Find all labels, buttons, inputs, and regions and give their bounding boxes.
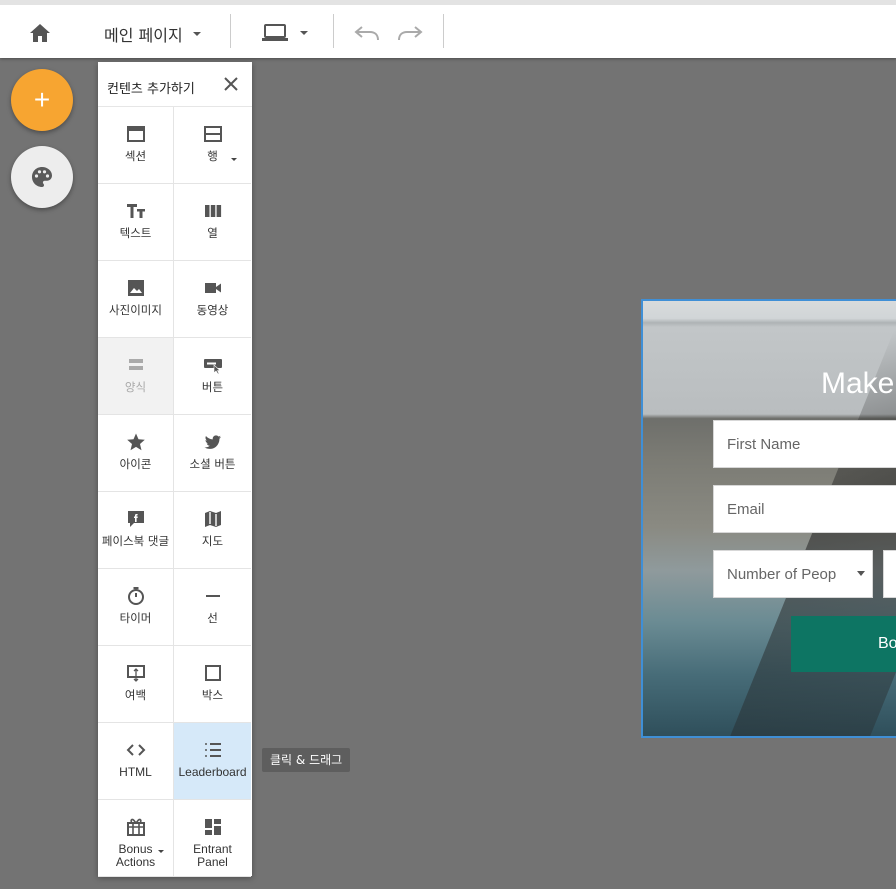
toolbar-divider: [333, 14, 334, 48]
content-item-label: 동영상: [196, 303, 229, 317]
laptop-icon: [262, 24, 288, 41]
content-item-image[interactable]: 사진이미지: [98, 261, 174, 338]
line-icon: [205, 595, 220, 597]
content-item-label: 행: [207, 149, 218, 163]
number-of-people-select[interactable]: Number of Peop: [713, 550, 873, 598]
content-item-section[interactable]: 섹션: [98, 107, 174, 184]
text-icon: [126, 204, 145, 218]
form-icon: [128, 359, 143, 370]
map-icon: [204, 511, 221, 527]
number-of-people-label: Number of Peop: [727, 565, 837, 583]
add-content-panel: 컨텐츠 추가하기 섹션 행 텍스트 열 사진이미지 동영상 양식 버튼 아이콘 …: [98, 62, 252, 877]
drag-tooltip: 클릭 & 드래그: [262, 748, 351, 772]
content-item-label: 텍스트: [119, 226, 152, 240]
toolbar-divider: [443, 14, 444, 48]
content-item-video[interactable]: 동영상: [174, 261, 251, 338]
content-item-label: Bonus Actions: [115, 842, 156, 869]
dashboard-icon: [204, 819, 221, 835]
first-name-field[interactable]: First Name: [713, 420, 896, 468]
panel-header: 컨텐츠 추가하기: [98, 62, 252, 107]
chevron-down-icon[interactable]: [158, 850, 164, 853]
content-item-label: 섹션: [124, 149, 147, 163]
content-item-bonus-actions[interactable]: Bonus Actions: [98, 800, 174, 877]
content-item-label: 소셜 버튼: [189, 457, 236, 471]
content-item-text[interactable]: 텍스트: [98, 184, 174, 261]
row-icon: [203, 126, 222, 142]
content-item-label: 여백: [124, 688, 147, 702]
leaderboard-icon: [204, 743, 221, 757]
home-icon[interactable]: [24, 17, 56, 49]
content-item-label: 아이콘: [119, 457, 152, 471]
chevron-down-icon: [192, 32, 201, 36]
device-selector[interactable]: [262, 17, 308, 49]
theme-button[interactable]: [11, 146, 73, 208]
content-item-spacer[interactable]: 여백: [98, 646, 174, 723]
add-content-button[interactable]: +: [11, 69, 73, 131]
image-icon: [127, 280, 144, 296]
content-item-label: Leaderboard: [178, 765, 247, 779]
chevron-down-icon: [857, 571, 865, 576]
content-item-box[interactable]: 박스: [174, 646, 251, 723]
content-item-label: HTML: [119, 765, 152, 779]
timer-icon: [127, 587, 144, 605]
content-item-social-button[interactable]: 소셜 버튼: [174, 415, 251, 492]
box-icon: [204, 665, 221, 681]
content-item-leaderboard[interactable]: Leaderboard: [174, 723, 251, 800]
content-item-facebook-comment[interactable]: 페이스북 댓글: [98, 492, 174, 569]
content-item-entrant-panel[interactable]: Entrant Panel: [174, 800, 251, 877]
content-item-label: 버튼: [201, 380, 224, 394]
plus-icon: +: [33, 84, 51, 115]
page-selector[interactable]: 메인 페이지: [104, 19, 201, 49]
palette-icon: [32, 167, 52, 187]
content-item-timer[interactable]: 타이머: [98, 569, 174, 646]
close-icon[interactable]: [222, 75, 240, 93]
secondary-field[interactable]: [883, 550, 896, 598]
page-selector-label: 메인 페이지: [104, 26, 183, 45]
content-grid: 섹션 행 텍스트 열 사진이미지 동영상 양식 버튼 아이콘 소셜 버튼 페이스…: [98, 107, 252, 877]
columns-icon: [204, 205, 221, 217]
content-item-label: 사진이미지: [109, 303, 162, 317]
content-item-label: 양식: [124, 380, 147, 394]
top-toolbar: 메인 페이지: [0, 0, 896, 58]
email-field[interactable]: Email: [713, 485, 896, 533]
star-icon: [126, 433, 145, 451]
undo-icon[interactable]: [352, 19, 382, 47]
book-button[interactable]: Bo: [791, 616, 896, 672]
content-item-form[interactable]: 양식: [98, 338, 174, 415]
code-icon: [126, 744, 145, 756]
button-icon: [203, 359, 222, 375]
facebook-comment-icon: [127, 511, 144, 527]
page-preview[interactable]: Make First Name Email Number of Peop Bo: [641, 299, 896, 738]
content-item-label: Entrant Panel: [193, 842, 232, 869]
spacer-icon: [126, 665, 145, 682]
content-item-label: 타이머: [119, 611, 152, 625]
content-item-button[interactable]: 버튼: [174, 338, 251, 415]
content-item-html[interactable]: HTML: [98, 723, 174, 800]
content-item-columns[interactable]: 열: [174, 184, 251, 261]
twitter-icon: [204, 435, 221, 449]
section-icon: [126, 126, 145, 142]
content-item-label: 박스: [201, 688, 224, 702]
content-item-line[interactable]: 선: [174, 569, 251, 646]
content-item-map[interactable]: 지도: [174, 492, 251, 569]
panel-title: 컨텐츠 추가하기: [107, 82, 195, 97]
content-item-icon[interactable]: 아이콘: [98, 415, 174, 492]
gift-icon: [126, 818, 145, 836]
content-item-label: 지도: [201, 534, 224, 548]
content-item-label: 선: [207, 611, 218, 625]
content-item-label: 페이스북 댓글: [101, 534, 170, 548]
chevron-down-icon[interactable]: [231, 158, 237, 161]
toolbar-divider: [230, 14, 231, 48]
preview-heading[interactable]: Make: [821, 367, 894, 401]
content-item-label: 열: [207, 226, 218, 240]
redo-icon[interactable]: [395, 19, 425, 47]
chevron-down-icon: [300, 31, 308, 35]
video-icon: [204, 283, 221, 293]
content-item-row[interactable]: 행: [174, 107, 251, 184]
